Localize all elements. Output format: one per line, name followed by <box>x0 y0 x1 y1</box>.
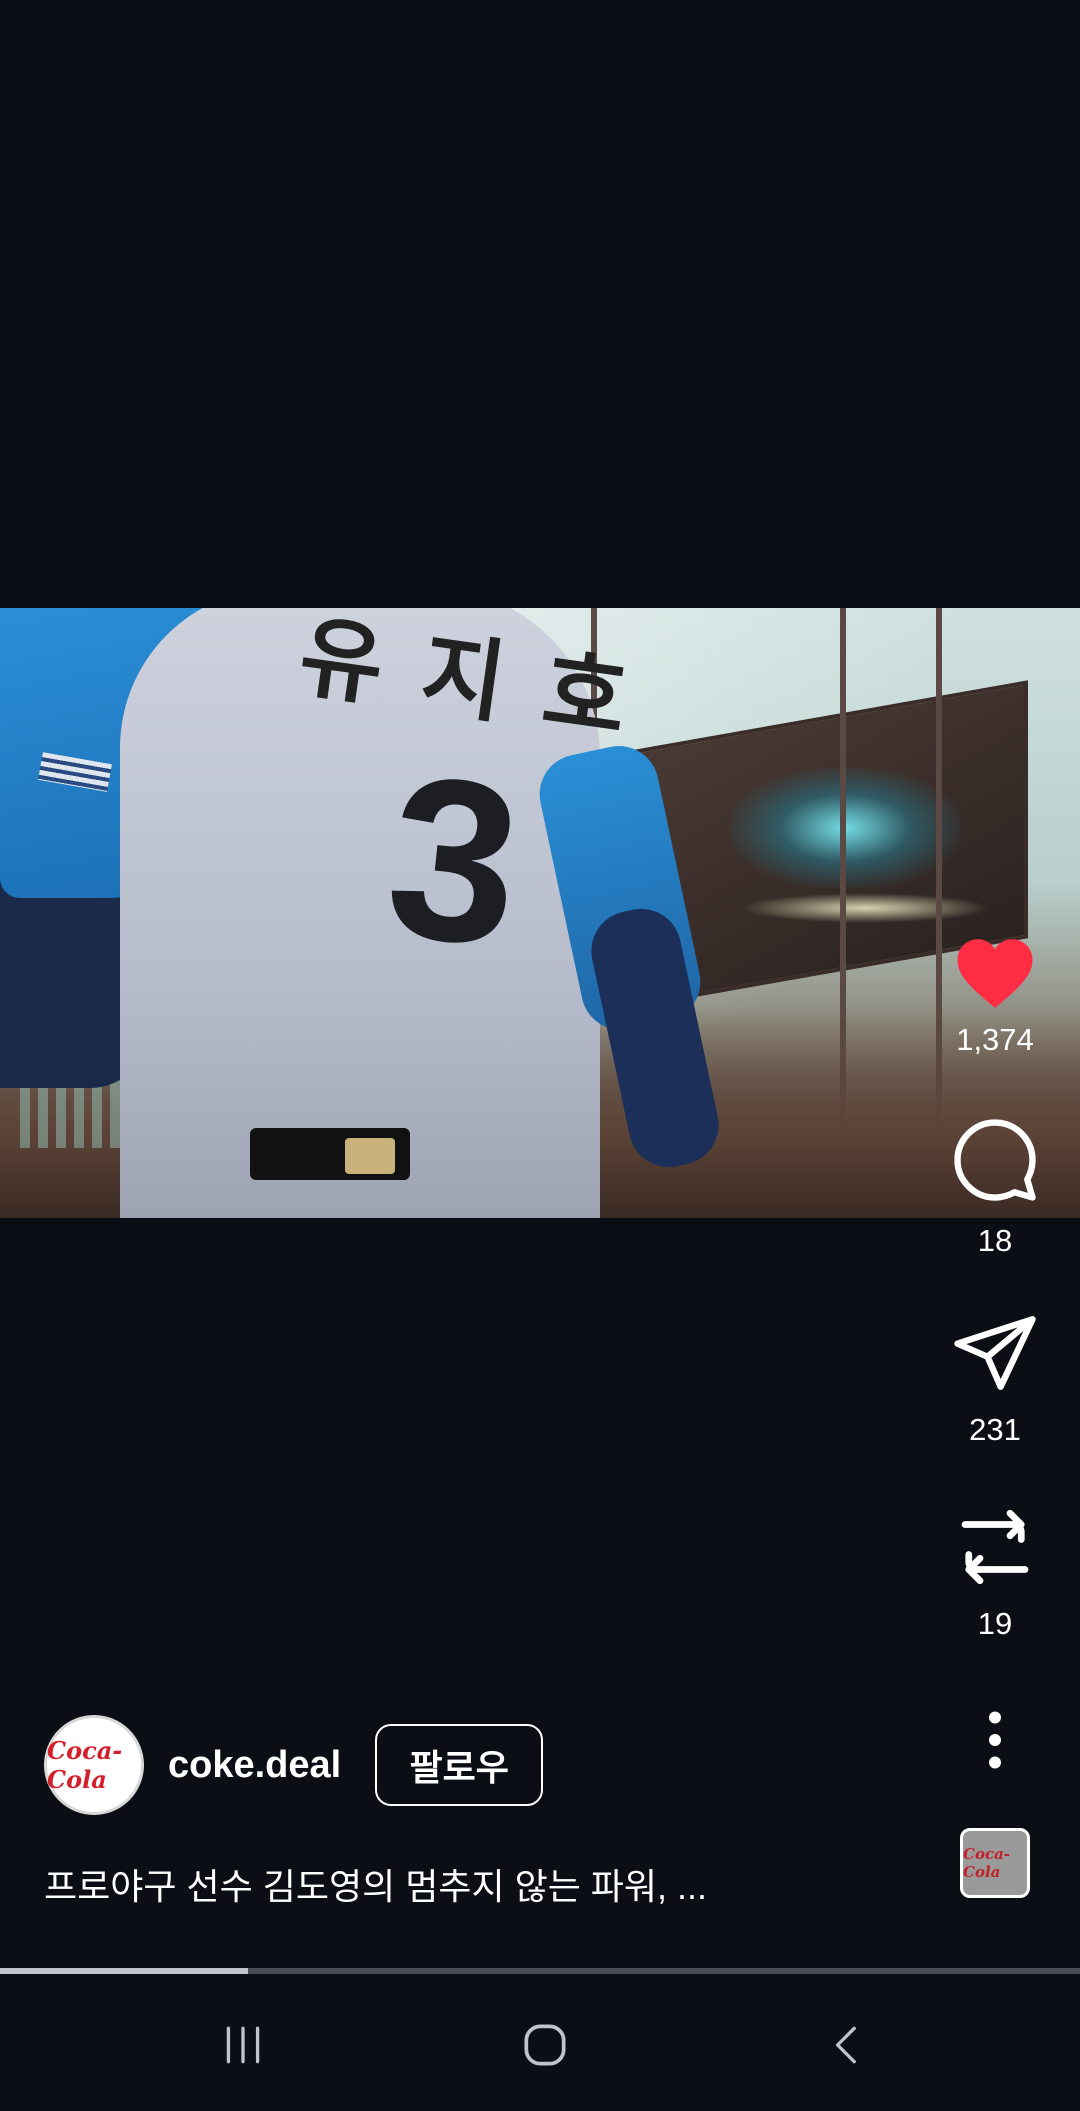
audio-thumbnail-logo: Coca-Cola <box>963 1845 1011 1881</box>
share-action[interactable]: 231 <box>940 1308 1050 1448</box>
post-caption[interactable]: 프로야구 선수 김도영의 멈추지 않는 파워, ... <box>44 1858 707 1910</box>
reel-video[interactable]: 유지호 3 <box>0 608 1080 1218</box>
recent-apps-button[interactable] <box>203 2005 283 2085</box>
comment-count: 18 <box>977 1223 1013 1258</box>
username[interactable]: coke.deal <box>168 1744 341 1787</box>
back-button[interactable] <box>808 2005 888 2085</box>
recent-apps-icon <box>226 2026 260 2064</box>
comment-action[interactable]: 18 <box>940 1115 1050 1259</box>
repost-action[interactable]: 19 <box>940 1502 1050 1642</box>
comment-icon[interactable] <box>950 1115 1040 1205</box>
like-action[interactable]: 1,374 <box>940 928 1050 1058</box>
post-author-row: Coca-Cola coke.deal 팔로우 <box>44 1713 544 1817</box>
home-button[interactable] <box>505 2005 585 2085</box>
avatar-logo-text: Coca-Cola <box>47 1736 123 1794</box>
audio-thumbnail[interactable]: Coca-Cola <box>960 1828 1030 1898</box>
follow-button[interactable]: 팔로우 <box>375 1724 544 1806</box>
belt-buckle <box>345 1138 395 1174</box>
video-progress-bar[interactable] <box>0 1968 1080 1974</box>
video-progress-fill <box>0 1968 249 1974</box>
system-navigation-bar <box>0 1975 1080 2111</box>
repost-count: 19 <box>977 1606 1013 1641</box>
more-vertical-icon[interactable] <box>950 1695 1040 1785</box>
avatar[interactable]: Coca-Cola <box>44 1715 144 1815</box>
back-icon <box>835 2026 856 2064</box>
heart-icon[interactable] <box>950 928 1040 1018</box>
repost-icon[interactable] <box>950 1502 1040 1592</box>
send-icon[interactable] <box>950 1308 1040 1398</box>
home-icon <box>524 2024 566 2066</box>
like-count: 1,374 <box>956 1022 1034 1057</box>
share-count: 231 <box>969 1412 1021 1447</box>
more-options[interactable] <box>940 1695 1050 1785</box>
